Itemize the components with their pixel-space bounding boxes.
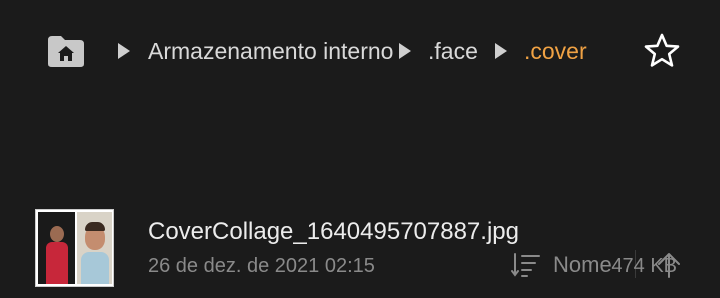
breadcrumb-item-cover[interactable]: .cover [524,36,587,66]
triangle-right-icon [399,43,411,59]
file-size: 474 KB [611,255,677,277]
sort-bar: Nome [0,120,720,278]
home-folder-icon[interactable] [46,34,86,68]
star-outline-icon[interactable] [643,32,681,70]
breadcrumb-item-armazenamento-interno[interactable]: Armazenamento interno [148,36,393,66]
breadcrumb: Armazenamento interno .face .cover [0,0,720,100]
file-name[interactable]: CoverCollage_1640495707887.jpg [148,217,519,247]
thumbnail-left-photo [38,212,75,284]
thumbnail-right-photo [77,212,112,284]
image-thumbnail[interactable] [35,209,114,287]
triangle-right-icon [118,43,130,59]
breadcrumb-item-face[interactable]: .face [428,36,478,66]
file-date: 26 de dez. de 2021 02:15 [148,255,375,277]
triangle-right-icon [495,43,507,59]
